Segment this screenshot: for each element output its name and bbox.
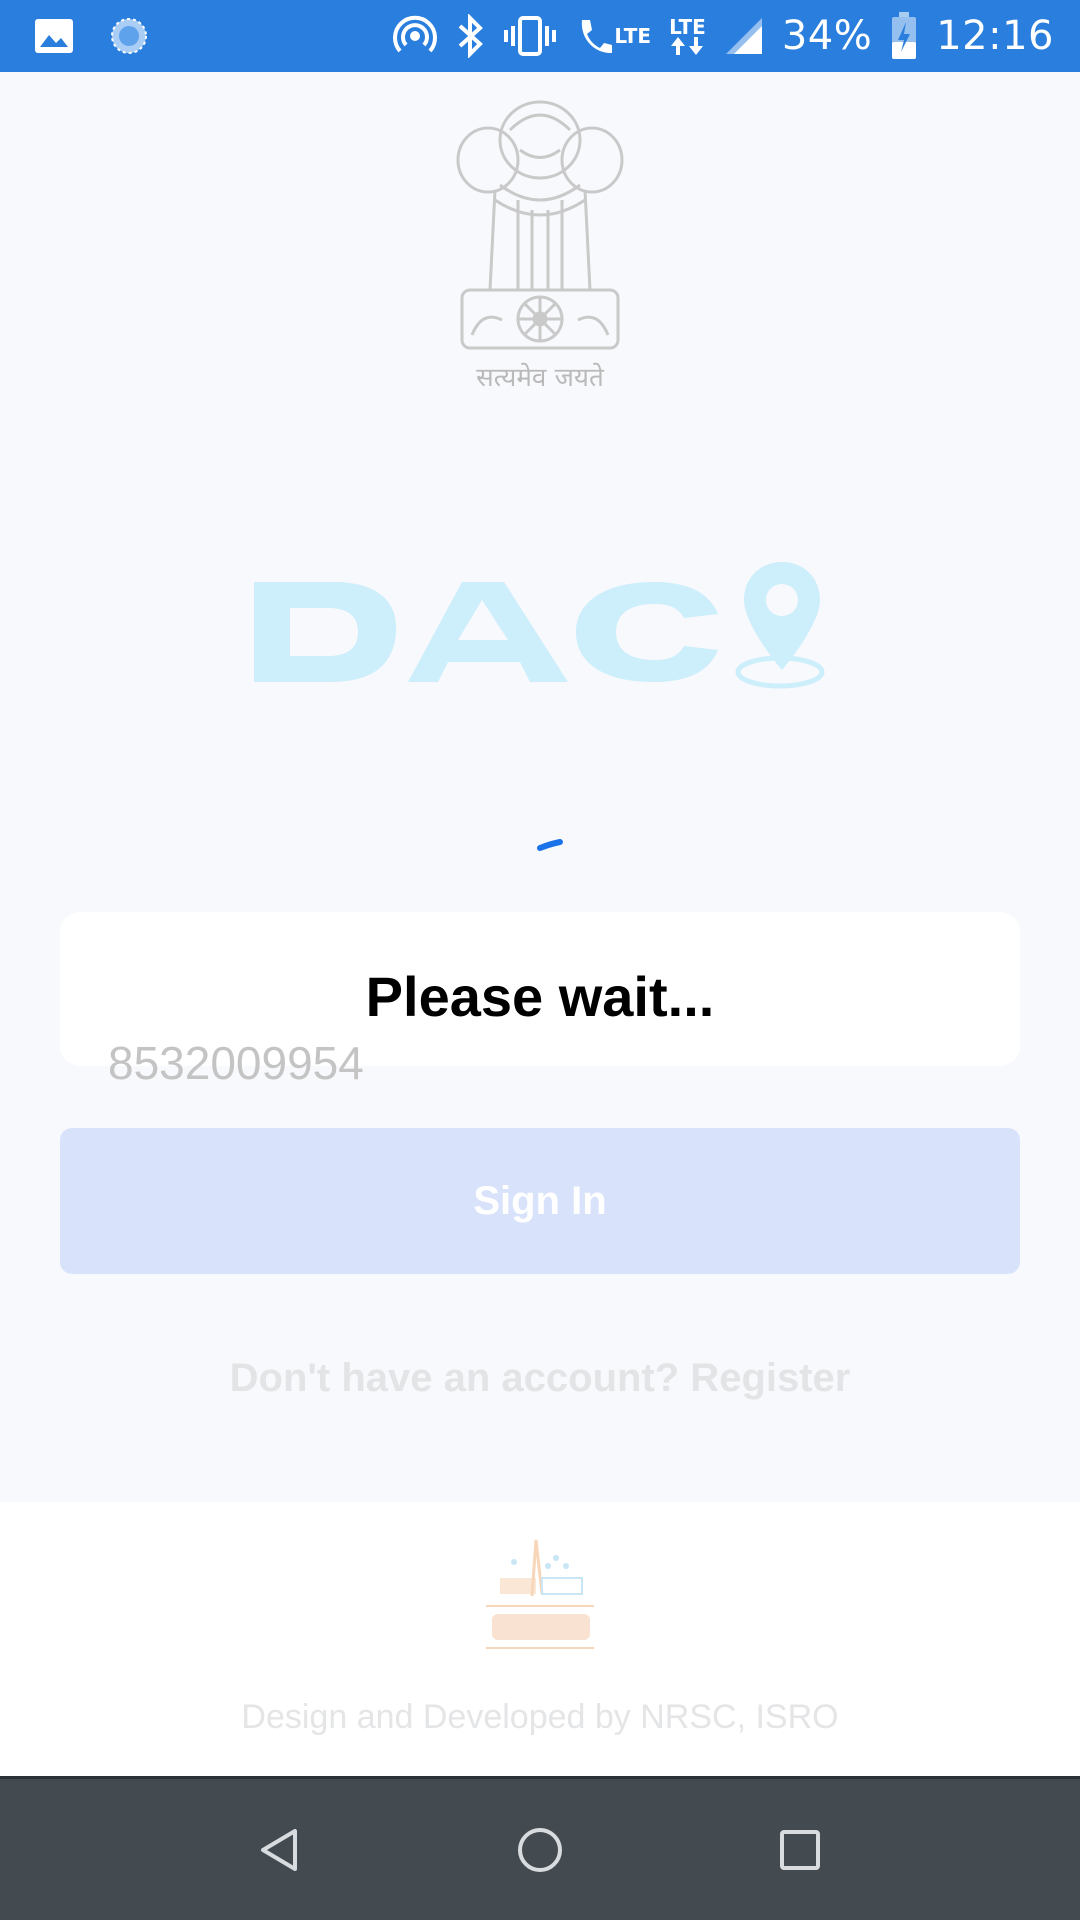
battery-percent: 34% (781, 13, 873, 59)
footer: Design and Developed by NRSC, ISRO (0, 1502, 1080, 1776)
home-button[interactable] (500, 1810, 580, 1890)
emblem-motto: सत्यमेव जयते (476, 363, 604, 393)
home-circle-icon (518, 1827, 562, 1872)
lte-data-label: LTE (669, 15, 706, 39)
clock: 12:16 (936, 13, 1054, 59)
register-link[interactable]: Don't have an account? Register (0, 1356, 1080, 1401)
loading-spinner (536, 826, 568, 858)
nrsc-isro-logo (470, 1536, 610, 1654)
image-icon (34, 18, 74, 54)
back-button[interactable] (240, 1810, 320, 1890)
signal-icon (724, 16, 764, 56)
volte-call-icon: LTE (574, 14, 651, 58)
recents-button[interactable] (760, 1810, 840, 1890)
login-screen: सत्यमेव जयते (0, 72, 1080, 1502)
volte-lte-label: LTE (614, 24, 652, 48)
please-wait-message: Please wait... (365, 965, 715, 1028)
status-bar: LTE LTE 34% 12:16 (0, 0, 1080, 72)
status-right: LTE LTE 34% 12:16 (374, 12, 1054, 60)
national-emblem-logo (440, 90, 640, 390)
bluetooth-icon (456, 14, 486, 58)
status-left (34, 15, 184, 57)
sync-icon (108, 15, 150, 57)
battery-icon (890, 12, 918, 60)
dac-app-logo (250, 562, 830, 722)
hotspot-icon (392, 14, 438, 58)
vibrate-icon (504, 14, 557, 58)
back-triangle-icon (261, 1828, 297, 1871)
navigation-bar (0, 1776, 1080, 1920)
lte-data-icon: LTE (669, 17, 706, 55)
recents-square-icon (780, 1829, 820, 1870)
footer-credit: Design and Developed by NRSC, ISRO (241, 1698, 839, 1736)
sign-in-button[interactable]: Sign In (60, 1128, 1020, 1274)
phone-number-value: 8532009954 (108, 1037, 364, 1089)
